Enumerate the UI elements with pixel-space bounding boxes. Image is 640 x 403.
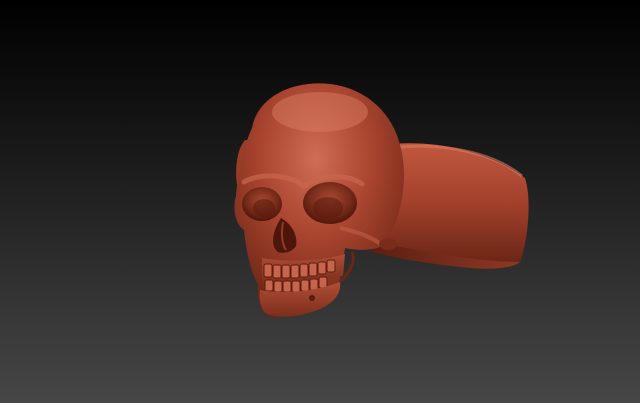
skull bbox=[234, 83, 405, 318]
3d-viewport[interactable] bbox=[0, 0, 640, 403]
skull-ring-model bbox=[234, 83, 529, 318]
